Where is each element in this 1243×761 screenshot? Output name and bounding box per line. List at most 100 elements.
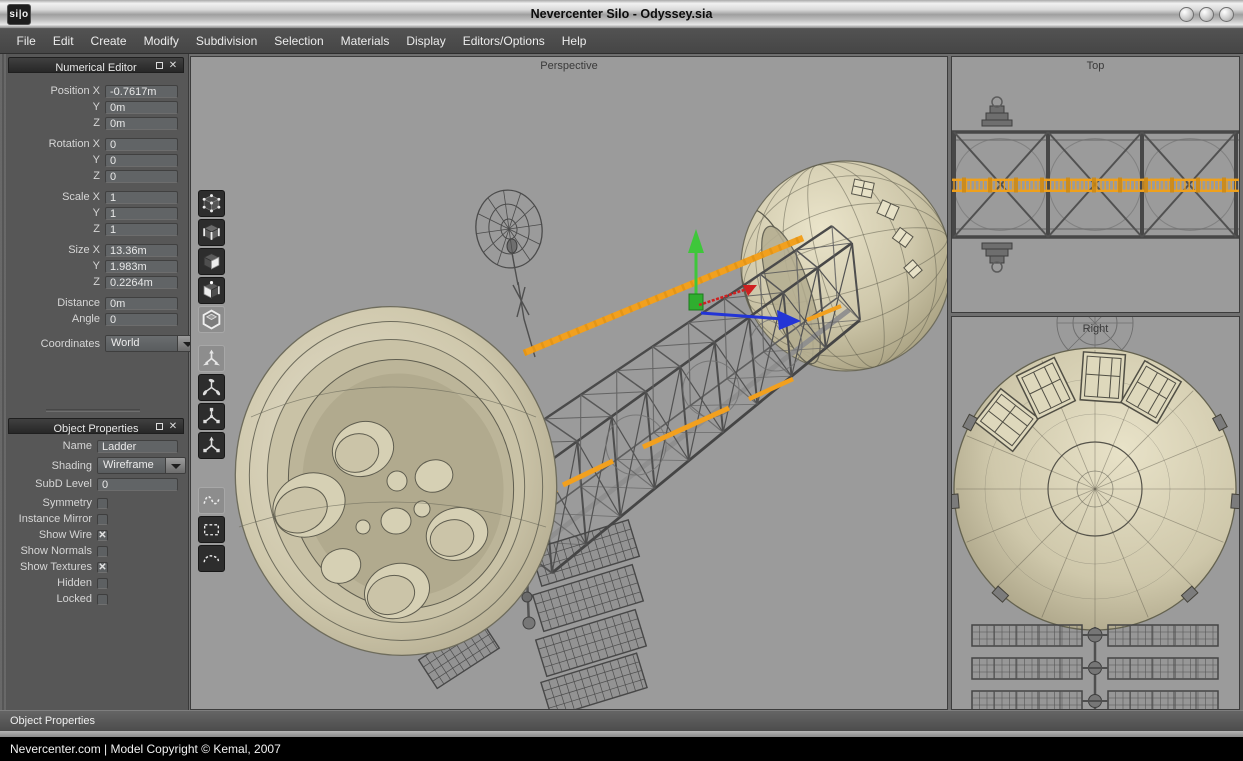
- minimize-icon[interactable]: [156, 62, 163, 69]
- checkbox-row: Show Textures: [8, 560, 184, 576]
- menu-item-display[interactable]: Display: [398, 29, 454, 54]
- field-input-distance[interactable]: [105, 297, 178, 310]
- left-panel-column: Numerical Editor Position XYZRotation XY…: [0, 54, 189, 710]
- footer-text: Nevercenter.com | Model Copyright © Kema…: [0, 742, 281, 756]
- window-button-3[interactable]: [1219, 7, 1234, 22]
- scale-tool-button[interactable]: [198, 403, 225, 430]
- field-label-size-x: Size X: [0, 244, 100, 256]
- top-viewport[interactable]: Top: [951, 56, 1240, 313]
- multi-mode-button[interactable]: [198, 277, 225, 304]
- field-input-scale-x[interactable]: [105, 191, 178, 204]
- perspective-viewport-label: Perspective: [191, 60, 947, 72]
- perspective-canvas[interactable]: [191, 57, 947, 709]
- numerical-editor-titlebar[interactable]: Numerical Editor: [8, 57, 184, 73]
- field-label-position-x: Position X: [0, 85, 100, 97]
- field-label-distance: Distance: [0, 297, 100, 309]
- checkbox-show-textures[interactable]: [97, 562, 108, 573]
- close-icon[interactable]: [168, 59, 178, 73]
- universal-manipulator-button[interactable]: [198, 432, 225, 459]
- paint-select-icon: [201, 548, 222, 569]
- menu-bar: FileEditCreateModifySubdivisionSelection…: [0, 29, 1243, 54]
- checkbox-show-wire[interactable]: [97, 530, 108, 541]
- field-label-y: Y: [0, 154, 100, 166]
- object-properties-titlebar[interactable]: Object Properties: [8, 418, 184, 434]
- field-input-rotation-x[interactable]: [105, 138, 178, 151]
- checkbox-label-symmetry: Symmetry: [0, 497, 92, 509]
- field-input-z[interactable]: [105, 170, 178, 183]
- field-label-angle: Angle: [0, 313, 100, 325]
- coordinates-label: Coordinates: [0, 338, 100, 350]
- subd-level-input[interactable]: [97, 478, 178, 491]
- object-mode-button[interactable]: [198, 306, 225, 333]
- menu-item-materials[interactable]: Materials: [332, 29, 398, 54]
- panel-grip[interactable]: [0, 54, 7, 710]
- window-button-1[interactable]: [1179, 7, 1194, 22]
- menu-item-help[interactable]: Help: [553, 29, 595, 54]
- numeric-field-row: Y: [8, 259, 184, 275]
- object-properties-panel: Object Properties Name Shading Wireframe…: [8, 418, 184, 608]
- field-input-y[interactable]: [105, 101, 178, 114]
- paint-select-button[interactable]: [198, 545, 225, 572]
- name-input[interactable]: [97, 440, 178, 453]
- face-mode-icon: [201, 251, 222, 272]
- status-text: Object Properties: [0, 715, 95, 727]
- menu-item-selection[interactable]: Selection: [266, 29, 332, 54]
- field-input-y[interactable]: [105, 260, 178, 273]
- close-icon[interactable]: [168, 420, 178, 434]
- checkbox-instance-mirror[interactable]: [97, 514, 108, 525]
- status-bar: Object Properties: [0, 710, 1243, 731]
- checkbox-hidden[interactable]: [97, 578, 108, 589]
- right-viewport[interactable]: Right: [951, 316, 1240, 710]
- freeform-select-button[interactable]: [198, 487, 225, 514]
- field-input-position-x[interactable]: [105, 85, 178, 98]
- vertex-mode-button[interactable]: [198, 190, 225, 217]
- field-input-z[interactable]: [105, 276, 178, 289]
- shading-label: Shading: [0, 460, 92, 472]
- vertex-mode-icon: [201, 193, 222, 214]
- shading-dropdown[interactable]: Wireframe: [97, 457, 186, 474]
- numeric-field-row: Y: [8, 100, 184, 116]
- checkbox-locked[interactable]: [97, 594, 108, 605]
- menu-item-editors-options[interactable]: Editors/Options: [454, 29, 553, 54]
- coordinates-value: World: [106, 336, 177, 351]
- field-input-z[interactable]: [105, 117, 178, 130]
- edge-mode-button[interactable]: [198, 219, 225, 246]
- numeric-field-row: Scale X: [8, 190, 184, 206]
- menu-item-subdivision[interactable]: Subdivision: [187, 29, 265, 54]
- face-mode-button[interactable]: [198, 248, 225, 275]
- field-input-z[interactable]: [105, 223, 178, 236]
- move-tool-button[interactable]: [198, 345, 225, 372]
- right-canvas[interactable]: [952, 317, 1239, 709]
- checkbox-row: Hidden: [8, 576, 184, 592]
- right-viewport-label: Right: [952, 323, 1239, 335]
- move-tool-icon: [201, 348, 222, 369]
- scale-tool-icon: [201, 406, 222, 427]
- menu-item-edit[interactable]: Edit: [44, 29, 82, 54]
- field-input-angle[interactable]: [105, 313, 178, 326]
- app-window: si|o Nevercenter Silo - Odyssey.sia File…: [0, 0, 1243, 761]
- top-canvas[interactable]: [952, 57, 1239, 312]
- field-input-y[interactable]: [105, 207, 178, 220]
- menu-item-create[interactable]: Create: [82, 29, 135, 54]
- rotate-tool-button[interactable]: [198, 374, 225, 401]
- universal-manipulator-icon: [201, 435, 222, 456]
- checkbox-symmetry[interactable]: [97, 498, 108, 509]
- numeric-field-row: Z: [8, 116, 184, 132]
- rect-select-button[interactable]: [198, 516, 225, 543]
- menu-item-modify[interactable]: Modify: [135, 29, 187, 54]
- checkbox-show-normals[interactable]: [97, 546, 108, 557]
- panel-divider[interactable]: [46, 409, 140, 412]
- checkbox-label-hidden: Hidden: [0, 577, 92, 589]
- perspective-viewport[interactable]: Perspective: [190, 56, 948, 710]
- field-input-size-x[interactable]: [105, 244, 178, 257]
- footer-bar: Nevercenter.com | Model Copyright © Kema…: [0, 737, 1243, 761]
- window-button-2[interactable]: [1199, 7, 1214, 22]
- chevron-down-icon[interactable]: [165, 458, 185, 473]
- field-label-z: Z: [0, 117, 100, 129]
- title-bar[interactable]: si|o Nevercenter Silo - Odyssey.sia: [0, 0, 1243, 29]
- field-input-y[interactable]: [105, 154, 178, 167]
- coordinates-dropdown[interactable]: World: [105, 335, 198, 352]
- menu-item-file[interactable]: File: [8, 29, 44, 54]
- checkbox-row: Show Wire: [8, 528, 184, 544]
- minimize-icon[interactable]: [156, 423, 163, 430]
